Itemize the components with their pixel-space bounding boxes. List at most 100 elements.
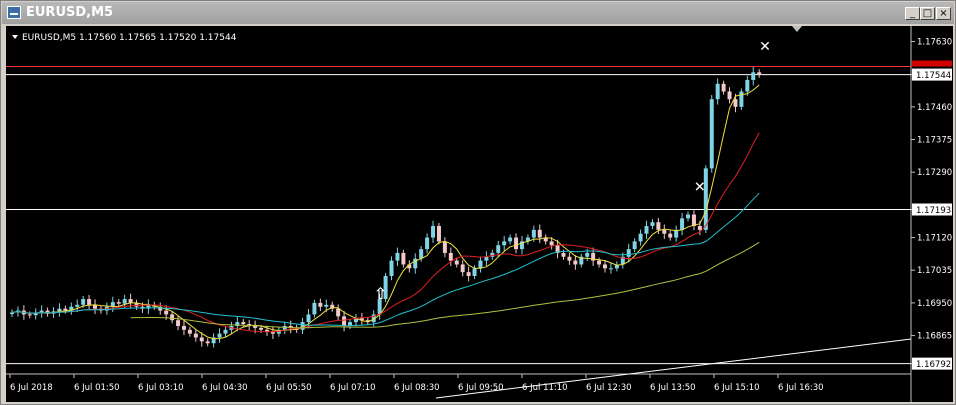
candle (668, 230, 673, 241)
candle (567, 252, 572, 265)
minimize-button[interactable]: _ (905, 7, 920, 20)
time-label: 6 Jul 01:50 (74, 383, 120, 393)
candle (158, 302, 163, 315)
candle (662, 224, 667, 240)
price-label-boxed: 1.17193 (912, 203, 952, 216)
candle (608, 262, 613, 274)
candle (193, 329, 198, 342)
candle (436, 222, 441, 245)
candle (110, 296, 115, 313)
svg-text:1.17544: 1.17544 (916, 71, 951, 81)
candle (519, 236, 524, 255)
candle (680, 212, 685, 236)
candle (597, 257, 602, 268)
chart-window-icon (7, 6, 21, 19)
candle (721, 80, 726, 95)
candle (33, 308, 38, 320)
candle (318, 298, 323, 311)
candle (537, 224, 542, 243)
price-label: 1.17375 (917, 136, 952, 146)
candle (591, 247, 596, 266)
price-label: 1.16865 (917, 332, 952, 342)
candle (686, 211, 691, 222)
svg-text:1.16792: 1.16792 (916, 360, 951, 370)
price-label-boxed: 1.17544 (912, 68, 952, 81)
candle (359, 312, 364, 326)
candle (223, 326, 228, 337)
candle (508, 234, 513, 245)
bid-price-box (912, 60, 952, 67)
price-label-boxed: 1.16792 (912, 357, 952, 370)
time-label: 6 Jul 13:50 (650, 383, 696, 393)
maximize-button[interactable]: □ (920, 7, 935, 20)
candle (425, 233, 430, 254)
svg-text:1.17193: 1.17193 (916, 206, 951, 216)
candle (674, 225, 679, 242)
candle (75, 299, 80, 313)
price-label: 1.17120 (917, 234, 952, 244)
candle (336, 304, 341, 321)
candle (211, 333, 216, 348)
chart-window: EURUSD,M5 _ □ × ⇧ ✕ ✕ 1.17630 1.17460 1.1737… (0, 0, 956, 405)
time-label: 6 Jul 12:30 (586, 383, 632, 393)
candle (87, 294, 92, 310)
time-label: 6 Jul 07:10 (330, 383, 376, 393)
time-label: 6 Jul 08:30 (394, 383, 440, 393)
candle (176, 315, 181, 331)
chart-dropdown-icon[interactable] (12, 35, 18, 39)
price-label: 1.17290 (917, 168, 952, 178)
candle (401, 249, 406, 268)
candle (395, 247, 400, 266)
candle (312, 299, 317, 318)
time-label: 6 Jul 03:10 (138, 383, 184, 393)
candle (650, 219, 655, 230)
candle (217, 328, 222, 343)
time-label: 6 Jul 04:30 (202, 383, 248, 393)
price-label: 1.17460 (917, 103, 952, 113)
candle (10, 309, 14, 318)
time-label: 6 Jul 2018 (10, 383, 53, 393)
candle (431, 220, 436, 243)
candle (757, 69, 762, 78)
chart-shift-icon[interactable] (792, 26, 802, 32)
candle (573, 255, 578, 270)
candle (241, 319, 246, 328)
time-label: 6 Jul 16:30 (778, 383, 824, 393)
chart-area[interactable]: ⇧ ✕ ✕ 1.17630 1.17460 1.17375 1.17290 1.17120 1… (6, 26, 953, 402)
candle (626, 243, 631, 263)
candle (39, 305, 44, 318)
candle (288, 320, 293, 334)
candle (466, 266, 471, 282)
close-button[interactable]: × (936, 7, 951, 20)
close-marker-1[interactable]: ✕ (694, 179, 706, 195)
buy-arrow[interactable]: ⇧ (374, 284, 387, 303)
candle (691, 210, 696, 231)
title-bar[interactable]: EURUSD,M5 _ □ × (2, 2, 954, 24)
candle (638, 229, 643, 246)
candle (478, 256, 483, 273)
price-label: 1.17630 (917, 38, 952, 48)
candle (739, 88, 744, 110)
candle (514, 233, 519, 254)
candle (502, 236, 507, 251)
candle (644, 220, 649, 240)
candle (353, 314, 358, 327)
price-label: 1.16950 (917, 299, 952, 309)
candle (579, 253, 584, 268)
candle (413, 253, 418, 274)
candle (709, 94, 714, 173)
close-marker-2[interactable]: ✕ (759, 39, 771, 55)
candle (282, 321, 287, 335)
candle (543, 234, 548, 245)
price-chart[interactable]: ⇧ ✕ ✕ 1.17630 1.17460 1.17375 1.17290 1.17120 1… (6, 26, 953, 402)
candle (715, 78, 720, 105)
time-label: 6 Jul 15:10 (714, 383, 760, 393)
candle (342, 310, 347, 332)
candle (614, 261, 619, 272)
candle (170, 311, 175, 324)
candle (484, 251, 489, 266)
candle (45, 307, 50, 317)
candle (93, 299, 98, 315)
candle (270, 326, 275, 340)
candle (330, 301, 335, 312)
